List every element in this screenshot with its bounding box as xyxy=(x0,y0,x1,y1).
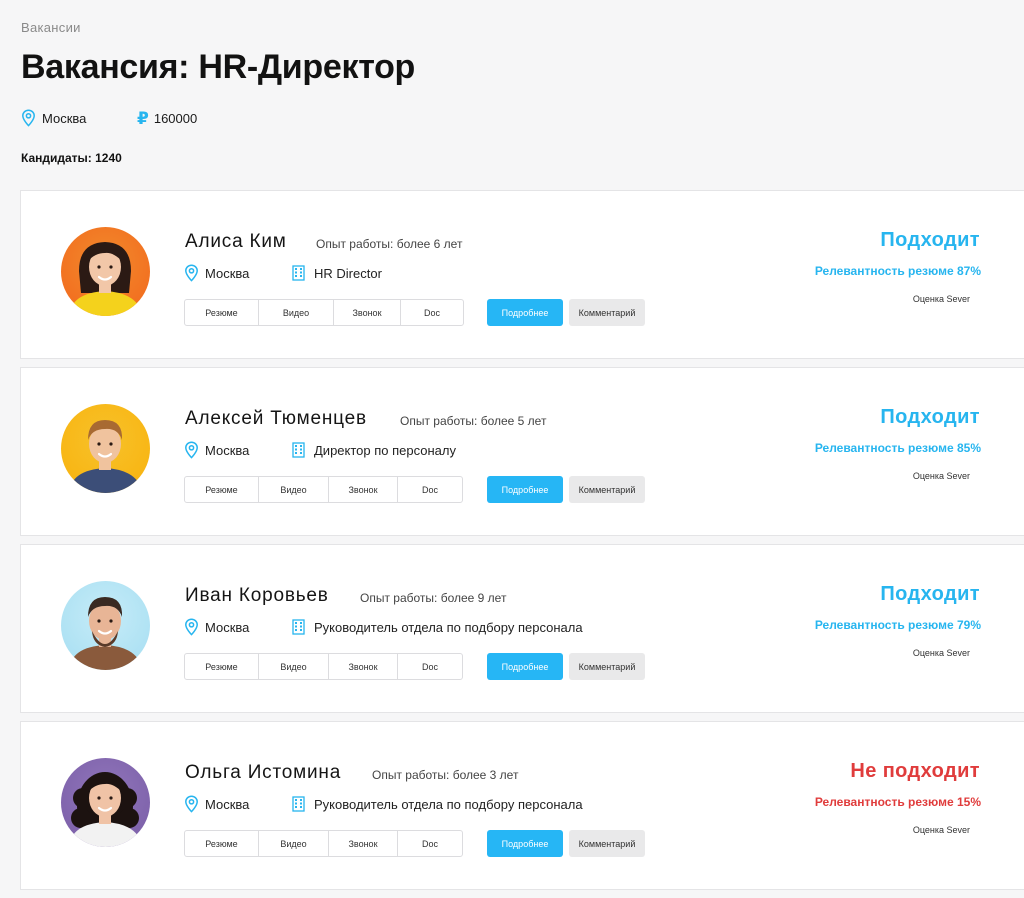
tab-video[interactable]: Видео xyxy=(259,300,334,325)
building-icon xyxy=(292,796,305,812)
building-icon xyxy=(292,265,305,281)
candidate-position: Директор по персоналу xyxy=(292,442,456,458)
rating-label[interactable]: Оценка Sever xyxy=(913,825,970,835)
tab-video[interactable]: Видео xyxy=(259,477,329,502)
candidate-city: Москва xyxy=(184,264,292,282)
candidate-tabs: Резюме Видео Звонок Doc xyxy=(184,653,463,680)
avatar[interactable] xyxy=(61,227,150,316)
relevance-score: Релевантность резюме 15% xyxy=(814,795,981,809)
candidate-city: Москва xyxy=(184,795,292,813)
vacancy-city: Москва xyxy=(21,109,137,127)
candidate-city-label: Москва xyxy=(205,442,250,458)
relevance-score: Релевантность резюме 85% xyxy=(814,441,981,455)
candidate-position: HR Director xyxy=(292,265,382,281)
candidate-position-label: Директор по персоналу xyxy=(314,442,456,458)
tab-call[interactable]: Звонок xyxy=(334,300,401,325)
verdict: Подходит xyxy=(880,583,980,605)
avatar[interactable] xyxy=(61,581,150,670)
candidate-name[interactable]: Иван Коровьев xyxy=(185,585,329,607)
relevance-score: Релевантность резюме 87% xyxy=(814,264,981,278)
rating-label[interactable]: Оценка Sever xyxy=(913,471,970,481)
tab-resume[interactable]: Резюме xyxy=(185,300,259,325)
candidate-card: Алиса Ким Опыт работы: более 6 лет Москв… xyxy=(20,190,1024,359)
vacancy-city-label: Москва xyxy=(42,110,87,126)
candidate-info: Москва Руководитель отдела по подбору пе… xyxy=(184,618,583,636)
candidate-experience: Опыт работы: более 6 лет xyxy=(316,237,463,251)
candidate-experience: Опыт работы: более 5 лет xyxy=(400,414,547,428)
rating-label[interactable]: Оценка Sever xyxy=(913,294,970,304)
details-button[interactable]: Подробнее xyxy=(487,653,563,680)
avatar[interactable] xyxy=(61,404,150,493)
tab-resume[interactable]: Резюме xyxy=(185,477,259,502)
candidate-experience: Опыт работы: более 9 лет xyxy=(360,591,507,605)
verdict: Подходит xyxy=(880,406,980,428)
verdict: Не подходит xyxy=(850,760,980,782)
candidate-card: Ольга Истомина Опыт работы: более 3 лет … xyxy=(20,721,1024,890)
verdict: Подходит xyxy=(880,229,980,251)
tab-doc[interactable]: Doc xyxy=(398,654,462,679)
candidate-city-label: Москва xyxy=(205,619,250,635)
tab-call[interactable]: Звонок xyxy=(329,831,398,856)
breadcrumb[interactable]: Вакансии xyxy=(21,20,81,35)
candidate-name[interactable]: Алиса Ким xyxy=(185,231,287,253)
avatar[interactable] xyxy=(61,758,150,847)
candidate-city-label: Москва xyxy=(205,265,250,281)
relevance-score: Релевантность резюме 79% xyxy=(814,618,981,632)
location-pin-icon xyxy=(185,264,198,282)
candidate-card: Алексей Тюменцев Опыт работы: более 5 ле… xyxy=(20,367,1024,536)
candidate-position-label: Руководитель отдела по подбору персонала xyxy=(314,619,583,635)
candidate-tabs: Резюме Видео Звонок Doc xyxy=(184,476,463,503)
ruble-icon: ₽ xyxy=(137,108,149,128)
candidate-info: Москва Руководитель отдела по подбору пе… xyxy=(184,795,583,813)
comment-button[interactable]: Комментарий xyxy=(569,299,645,326)
candidate-city: Москва xyxy=(184,441,292,459)
tab-video[interactable]: Видео xyxy=(259,831,329,856)
page-title: Вакансия: HR-Директор xyxy=(21,48,416,86)
location-pin-icon xyxy=(185,618,198,636)
candidate-name[interactable]: Алексей Тюменцев xyxy=(185,408,367,430)
tab-doc[interactable]: Doc xyxy=(401,300,463,325)
tab-doc[interactable]: Doc xyxy=(398,831,462,856)
tab-call[interactable]: Звонок xyxy=(329,654,398,679)
location-pin-icon xyxy=(185,795,198,813)
building-icon xyxy=(292,442,305,458)
candidate-name[interactable]: Ольга Истомина xyxy=(185,762,341,784)
location-pin-icon xyxy=(185,441,198,459)
candidate-position: Руководитель отдела по подбору персонала xyxy=(292,796,583,812)
details-button[interactable]: Подробнее xyxy=(487,476,563,503)
tab-resume[interactable]: Резюме xyxy=(185,831,259,856)
candidate-position: Руководитель отдела по подбору персонала xyxy=(292,619,583,635)
vacancy-salary-value: 160000 xyxy=(153,110,198,126)
candidate-list: Алиса Ким Опыт работы: более 6 лет Москв… xyxy=(20,190,1024,898)
candidate-info: Москва HR Director xyxy=(184,264,382,282)
candidate-tabs: Резюме Видео Звонок Doc xyxy=(184,299,464,326)
candidate-city: Москва xyxy=(184,618,292,636)
comment-button[interactable]: Комментарий xyxy=(569,653,645,680)
vacancy-meta: Москва ₽ 160000 xyxy=(21,109,197,127)
tab-doc[interactable]: Doc xyxy=(398,477,462,502)
location-pin-icon xyxy=(22,109,35,127)
tab-video[interactable]: Видео xyxy=(259,654,329,679)
candidate-info: Москва Директор по персоналу xyxy=(184,441,456,459)
candidate-position-label: HR Director xyxy=(314,265,382,281)
vacancy-salary: ₽ 160000 xyxy=(137,110,197,127)
candidate-position-label: Руководитель отдела по подбору персонала xyxy=(314,796,583,812)
rating-label[interactable]: Оценка Sever xyxy=(913,648,970,658)
details-button[interactable]: Подробнее xyxy=(487,299,563,326)
candidate-card: Иван Коровьев Опыт работы: более 9 лет М… xyxy=(20,544,1024,713)
candidate-tabs: Резюме Видео Звонок Doc xyxy=(184,830,463,857)
tab-resume[interactable]: Резюме xyxy=(185,654,259,679)
candidates-count: Кандидаты: 1240 xyxy=(21,151,122,165)
candidate-city-label: Москва xyxy=(205,796,250,812)
building-icon xyxy=(292,619,305,635)
tab-call[interactable]: Звонок xyxy=(329,477,398,502)
candidate-experience: Опыт работы: более 3 лет xyxy=(372,768,519,782)
details-button[interactable]: Подробнее xyxy=(487,830,563,857)
comment-button[interactable]: Комментарий xyxy=(569,830,645,857)
comment-button[interactable]: Комментарий xyxy=(569,476,645,503)
